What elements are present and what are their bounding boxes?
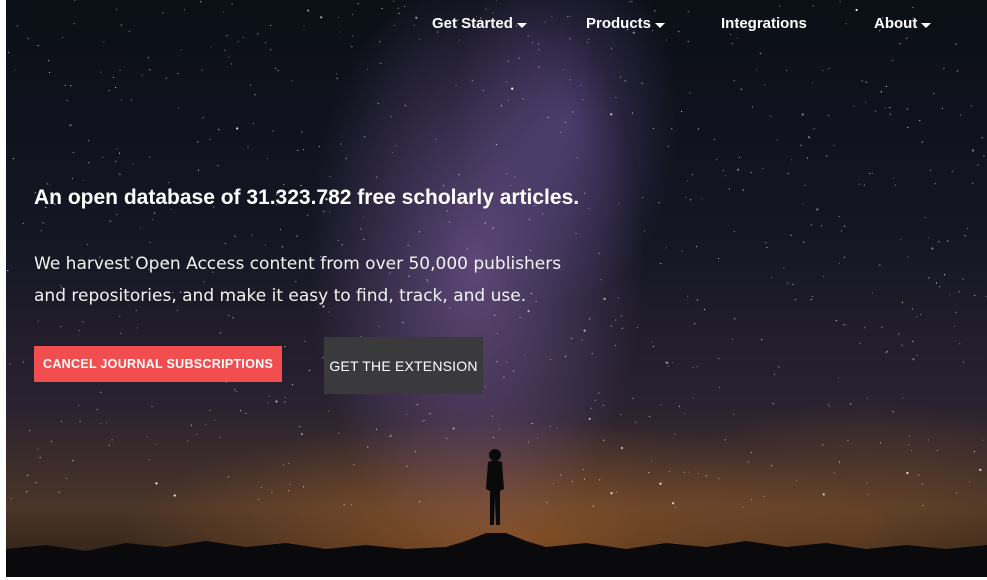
hero-background: Get Started Products Integrations About … <box>6 0 987 577</box>
nav-item-label: About <box>874 15 918 32</box>
get-extension-button[interactable]: GET THE EXTENSION <box>324 337 483 394</box>
caret-down-icon <box>921 23 932 28</box>
person-silhouette <box>486 449 504 525</box>
nav-item-get-started[interactable]: Get Started <box>432 14 527 34</box>
nav-item-label: Integrations <box>721 15 807 32</box>
nav-item-label: Get Started <box>432 15 513 32</box>
landscape-silhouette <box>6 449 987 577</box>
nav-item-label: Products <box>586 15 652 32</box>
hero-subtext: We harvest Open Access content from over… <box>34 248 674 312</box>
hero-headline: An open database of 31.323.782 free scho… <box>34 186 580 209</box>
hero-subtext-line-1: We harvest Open Access content from over… <box>34 254 562 274</box>
top-nav: Get Started Products Integrations About <box>6 14 987 38</box>
nav-item-integrations[interactable]: Integrations <box>721 14 807 34</box>
caret-down-icon <box>655 23 666 28</box>
nav-item-products[interactable]: Products <box>586 14 666 34</box>
cancel-subscriptions-button[interactable]: CANCEL JOURNAL SUBSCRIPTIONS <box>34 346 283 382</box>
hero-subtext-line-2: and repositories, and make it easy to fi… <box>34 286 527 306</box>
caret-down-icon <box>516 23 527 28</box>
nav-item-about[interactable]: About <box>874 14 932 34</box>
